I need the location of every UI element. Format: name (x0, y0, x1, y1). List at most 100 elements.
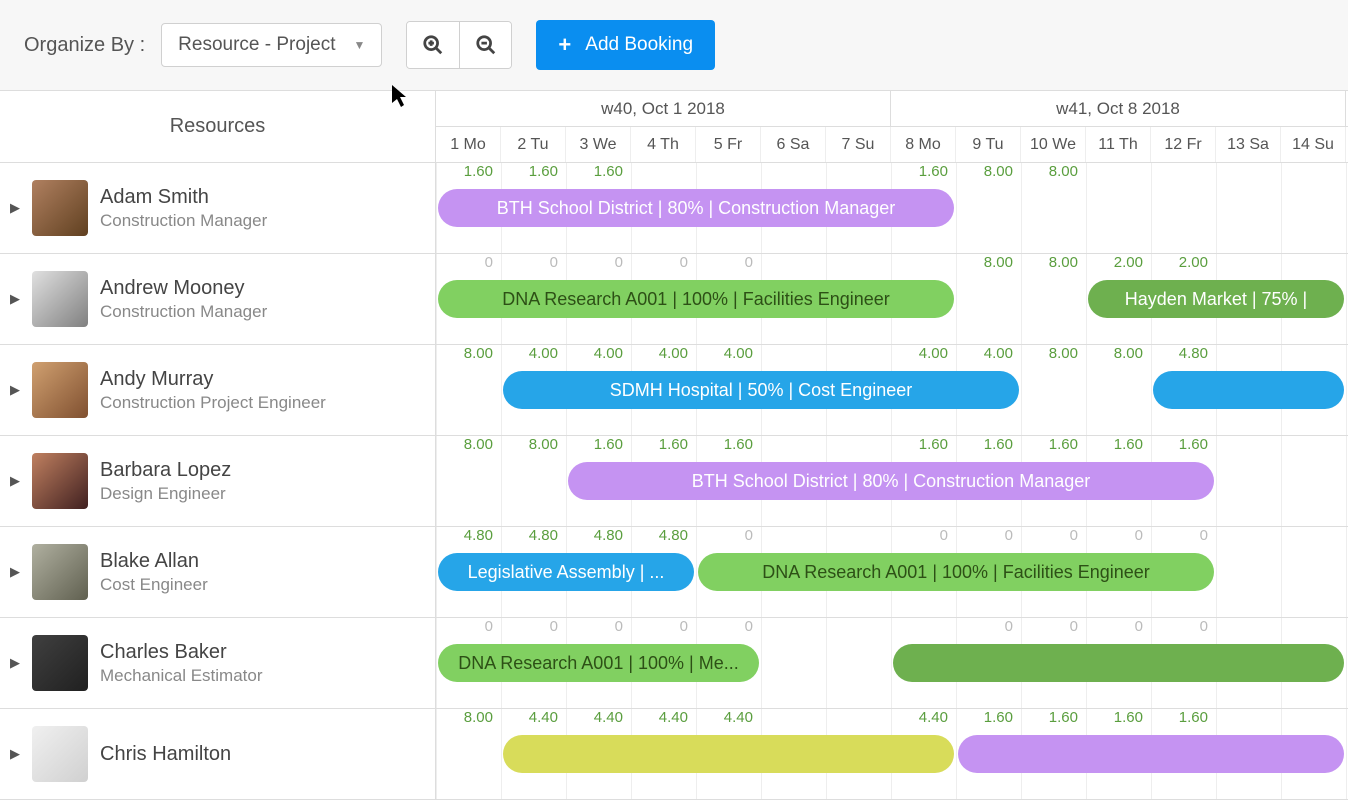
day-header-cell[interactable]: 12 Fr (1151, 127, 1216, 162)
hours-value: 1.60 (956, 709, 1021, 729)
booking-bar[interactable]: SDMH Hospital | 50% | Cost Engineer (503, 371, 1019, 409)
hours-value (826, 618, 891, 638)
day-header-cell[interactable]: 2 Tu (501, 127, 566, 162)
timeline-cell[interactable]: 1.601.601.601.608.008.00BTH School Distr… (436, 163, 1348, 253)
expand-icon[interactable]: ▶ (10, 655, 20, 671)
resource-row: ▶Barbara LopezDesign Engineer8.008.001.6… (0, 436, 1348, 527)
day-header-cell[interactable]: 7 Su (826, 127, 891, 162)
day-header-cell[interactable]: 11 Th (1086, 127, 1151, 162)
booking-bar[interactable]: Hayden Market | 75% | (1088, 280, 1344, 318)
resource-cell[interactable]: ▶ Chris Hamilton (0, 709, 436, 799)
expand-icon[interactable]: ▶ (10, 473, 20, 489)
booking-bar[interactable]: Legislative Assembly | ... (438, 553, 694, 591)
hours-value: 8.00 (436, 345, 501, 365)
avatar (32, 453, 88, 509)
resource-role: Design Engineer (100, 484, 231, 504)
add-booking-button[interactable]: + Add Booking (536, 20, 715, 70)
hours-value: 2.00 (1151, 254, 1216, 274)
hours-value: 0 (436, 254, 501, 274)
hours-value: 4.40 (501, 709, 566, 729)
resource-row: ▶Blake AllanCost Engineer4.804.804.804.8… (0, 527, 1348, 618)
organize-by-dropdown[interactable]: Resource - Project ▼ (161, 23, 382, 67)
day-header-cell[interactable]: 3 We (566, 127, 631, 162)
booking-bar[interactable]: DNA Research A001 | 100% | Facilities En… (438, 280, 954, 318)
expand-icon[interactable]: ▶ (10, 746, 20, 762)
hours-value (761, 527, 826, 547)
zoom-in-button[interactable] (407, 22, 459, 68)
hours-value: 0 (1151, 618, 1216, 638)
zoom-in-icon (422, 34, 444, 56)
hours-value (761, 345, 826, 365)
resource-name: Chris Hamilton (100, 743, 231, 766)
timeline-cell[interactable]: 8.004.404.404.404.404.401.601.601.601.60 (436, 709, 1348, 799)
booking-bar[interactable] (1153, 371, 1344, 409)
day-header-cell[interactable]: 1 Mo (436, 127, 501, 162)
hours-value (761, 709, 826, 729)
hours-value: 0 (436, 618, 501, 638)
timeline-cell[interactable]: 000000000DNA Research A001 | 100% | Me..… (436, 618, 1348, 708)
resource-cell[interactable]: ▶Andrew MooneyConstruction Manager (0, 254, 436, 344)
hours-value: 4.00 (956, 345, 1021, 365)
booking-bar[interactable] (958, 735, 1344, 773)
hours-value (1281, 618, 1346, 638)
timeline-cell[interactable]: 8.004.004.004.004.004.004.008.008.004.80… (436, 345, 1348, 435)
timeline-cell[interactable]: 8.008.001.601.601.601.601.601.601.601.60… (436, 436, 1348, 526)
day-header-cell[interactable]: 4 Th (631, 127, 696, 162)
hours-value: 0 (631, 254, 696, 274)
hours-value: 4.40 (696, 709, 761, 729)
hours-value (1216, 709, 1281, 729)
day-header-cell[interactable]: 13 Sa (1216, 127, 1281, 162)
hours-value: 1.60 (1021, 709, 1086, 729)
hours-value (826, 163, 891, 183)
hours-value (1281, 345, 1346, 365)
resource-cell[interactable]: ▶Barbara LopezDesign Engineer (0, 436, 436, 526)
booking-bar[interactable]: DNA Research A001 | 100% | Facilities En… (698, 553, 1214, 591)
resource-row: ▶Adam SmithConstruction Manager1.601.601… (0, 163, 1348, 254)
resource-cell[interactable]: ▶Andy MurrayConstruction Project Enginee… (0, 345, 436, 435)
hours-value (1281, 709, 1346, 729)
day-header-cell[interactable]: 6 Sa (761, 127, 826, 162)
booking-bar[interactable] (893, 644, 1344, 682)
zoom-out-button[interactable] (459, 22, 511, 68)
hours-value: 4.00 (891, 345, 956, 365)
day-header-cell[interactable]: 8 Mo (891, 127, 956, 162)
expand-icon[interactable]: ▶ (10, 291, 20, 307)
timeline-cell[interactable]: 4.804.804.804.80000000Legislative Assemb… (436, 527, 1348, 617)
hours-value: 4.80 (566, 527, 631, 547)
booking-bar[interactable] (503, 735, 954, 773)
resources-column-header: Resources (0, 91, 435, 163)
hours-value (761, 436, 826, 456)
expand-icon[interactable]: ▶ (10, 200, 20, 216)
organize-by-label: Organize By : (24, 34, 145, 57)
day-header-cell[interactable]: 14 Su (1281, 127, 1346, 162)
hours-value: 0 (1086, 527, 1151, 547)
hours-value: 1.60 (436, 163, 501, 183)
resource-role: Construction Manager (100, 211, 267, 231)
resource-cell[interactable]: ▶Blake AllanCost Engineer (0, 527, 436, 617)
resource-row: ▶Andy MurrayConstruction Project Enginee… (0, 345, 1348, 436)
day-header-cell[interactable]: 9 Tu (956, 127, 1021, 162)
booking-bar[interactable]: BTH School District | 80% | Construction… (438, 189, 954, 227)
booking-bar[interactable]: DNA Research A001 | 100% | Me... (438, 644, 759, 682)
scheduler-grid: Resources w40, Oct 1 2018w41, Oct 8 2018… (0, 90, 1348, 800)
expand-icon[interactable]: ▶ (10, 382, 20, 398)
week-header-cell: w41, Oct 8 2018 (891, 91, 1346, 126)
hours-value: 0 (696, 527, 761, 547)
resource-name: Charles Baker (100, 641, 263, 664)
hours-value: 1.60 (1151, 709, 1216, 729)
day-header-cell[interactable]: 5 Fr (696, 127, 761, 162)
resource-cell[interactable]: ▶Adam SmithConstruction Manager (0, 163, 436, 253)
hours-value: 1.60 (566, 436, 631, 456)
hours-value: 4.00 (501, 345, 566, 365)
hours-value: 4.80 (631, 527, 696, 547)
hours-value: 4.00 (566, 345, 631, 365)
booking-bar[interactable]: BTH School District | 80% | Construction… (568, 462, 1214, 500)
day-header-cell[interactable]: 10 We (1021, 127, 1086, 162)
hours-value: 0 (891, 527, 956, 547)
hours-value: 1.60 (1151, 436, 1216, 456)
expand-icon[interactable]: ▶ (10, 564, 20, 580)
hours-value: 0 (501, 618, 566, 638)
timeline-cell[interactable]: 000008.008.002.002.00DNA Research A001 |… (436, 254, 1348, 344)
resource-role: Cost Engineer (100, 575, 208, 595)
resource-cell[interactable]: ▶Charles BakerMechanical Estimator (0, 618, 436, 708)
